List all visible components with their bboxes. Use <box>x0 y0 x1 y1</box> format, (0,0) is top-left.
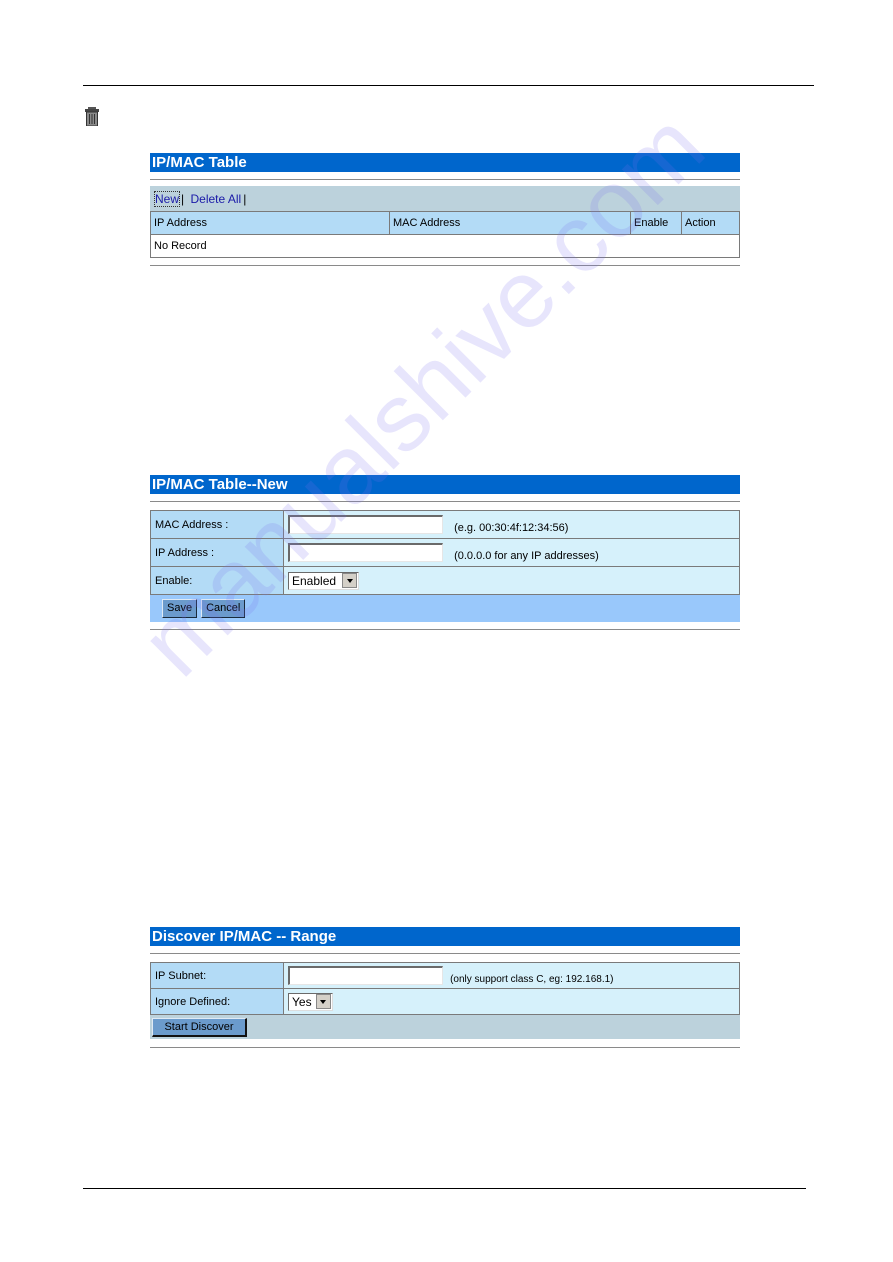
ip-address-hint: (0.0.0.0 for any IP addresses) <box>454 550 599 563</box>
separator: | <box>243 192 247 206</box>
enable-select[interactable]: Enabled <box>288 571 360 590</box>
form-row-mac: MAC Address : (e.g. 00:30:4f:12:34:56) <box>150 510 740 539</box>
discover-button-bar: Start Discover <box>150 1015 740 1039</box>
trash-icon <box>85 107 99 126</box>
table-header-row: IP Address MAC Address Enable Action <box>150 211 740 235</box>
ipmac-table-panel: IP/MAC Table New | Delete All | IP Address… <box>150 153 740 266</box>
divider <box>150 953 740 954</box>
ip-subnet-input[interactable] <box>288 965 443 985</box>
discover-panel: Discover IP/MAC -- Range IP Subnet: (onl… <box>150 927 740 1048</box>
column-header-action: Action <box>681 211 740 235</box>
form-row-ignore: Ignore Defined: Yes <box>150 988 740 1015</box>
ipmac-table-toolbar: New | Delete All | <box>150 186 740 211</box>
ignore-defined-label: Ignore Defined: <box>150 988 284 1015</box>
start-discover-button[interactable]: Start Discover <box>152 1017 247 1037</box>
ip-subnet-label: IP Subnet: <box>150 962 284 989</box>
ip-address-cell: (0.0.0.0 for any IP addresses) <box>283 538 740 567</box>
column-header-ip: IP Address <box>150 211 390 235</box>
ip-subnet-hint: (only support class C, eg: 192.168.1) <box>450 974 614 986</box>
ip-address-label: IP Address : <box>150 538 284 567</box>
page-header-rule <box>83 85 814 86</box>
ipmac-new-panel: IP/MAC Table--New MAC Address : (e.g. 00… <box>150 475 740 630</box>
separator: | <box>181 192 185 206</box>
mac-address-input[interactable] <box>288 514 443 534</box>
ipmac-new-form: MAC Address : (e.g. 00:30:4f:12:34:56) I… <box>150 510 740 595</box>
ignore-defined-select[interactable]: Yes <box>288 992 333 1011</box>
save-button[interactable]: Save <box>162 599 198 618</box>
delete-all-link[interactable]: Delete All <box>190 192 241 206</box>
ipmac-new-title: IP/MAC Table--New <box>150 475 740 494</box>
divider <box>150 265 740 266</box>
divider <box>150 179 740 180</box>
table-row: No Record <box>150 234 740 258</box>
chevron-down-icon[interactable] <box>342 573 358 588</box>
form-row-enable: Enable: Enabled <box>150 566 740 595</box>
enable-select-value: Enabled <box>292 573 337 588</box>
cancel-button[interactable]: Cancel <box>201 599 246 618</box>
ipmac-new-button-bar: Save Cancel <box>150 595 740 622</box>
divider <box>150 501 740 502</box>
chevron-down-icon[interactable] <box>315 994 331 1009</box>
discover-form: IP Subnet: (only support class C, eg: 19… <box>150 962 740 1015</box>
empty-record-text: No Record <box>150 234 740 258</box>
mac-address-hint: (e.g. 00:30:4f:12:34:56) <box>454 522 569 535</box>
enable-cell: Enabled <box>283 566 740 595</box>
ignore-defined-value: Yes <box>292 994 312 1009</box>
form-row-ip: IP Address : (0.0.0.0 for any IP address… <box>150 538 740 567</box>
discover-title: Discover IP/MAC -- Range <box>150 927 740 946</box>
ip-subnet-cell: (only support class C, eg: 192.168.1) <box>283 962 740 989</box>
ip-address-input[interactable] <box>288 542 443 562</box>
mac-address-label: MAC Address : <box>150 510 284 539</box>
form-row-subnet: IP Subnet: (only support class C, eg: 19… <box>150 962 740 989</box>
divider <box>150 629 740 630</box>
divider <box>150 1047 740 1048</box>
new-link[interactable]: New <box>153 191 181 207</box>
ipmac-table-title: IP/MAC Table <box>150 153 740 172</box>
page-footer-rule <box>83 1188 806 1189</box>
mac-address-cell: (e.g. 00:30:4f:12:34:56) <box>283 510 740 539</box>
enable-label: Enable: <box>150 566 284 595</box>
column-header-mac: MAC Address <box>389 211 631 235</box>
ipmac-table: IP Address MAC Address Enable Action No … <box>150 211 740 258</box>
column-header-enable: Enable <box>630 211 682 235</box>
ignore-defined-cell: Yes <box>283 988 740 1015</box>
